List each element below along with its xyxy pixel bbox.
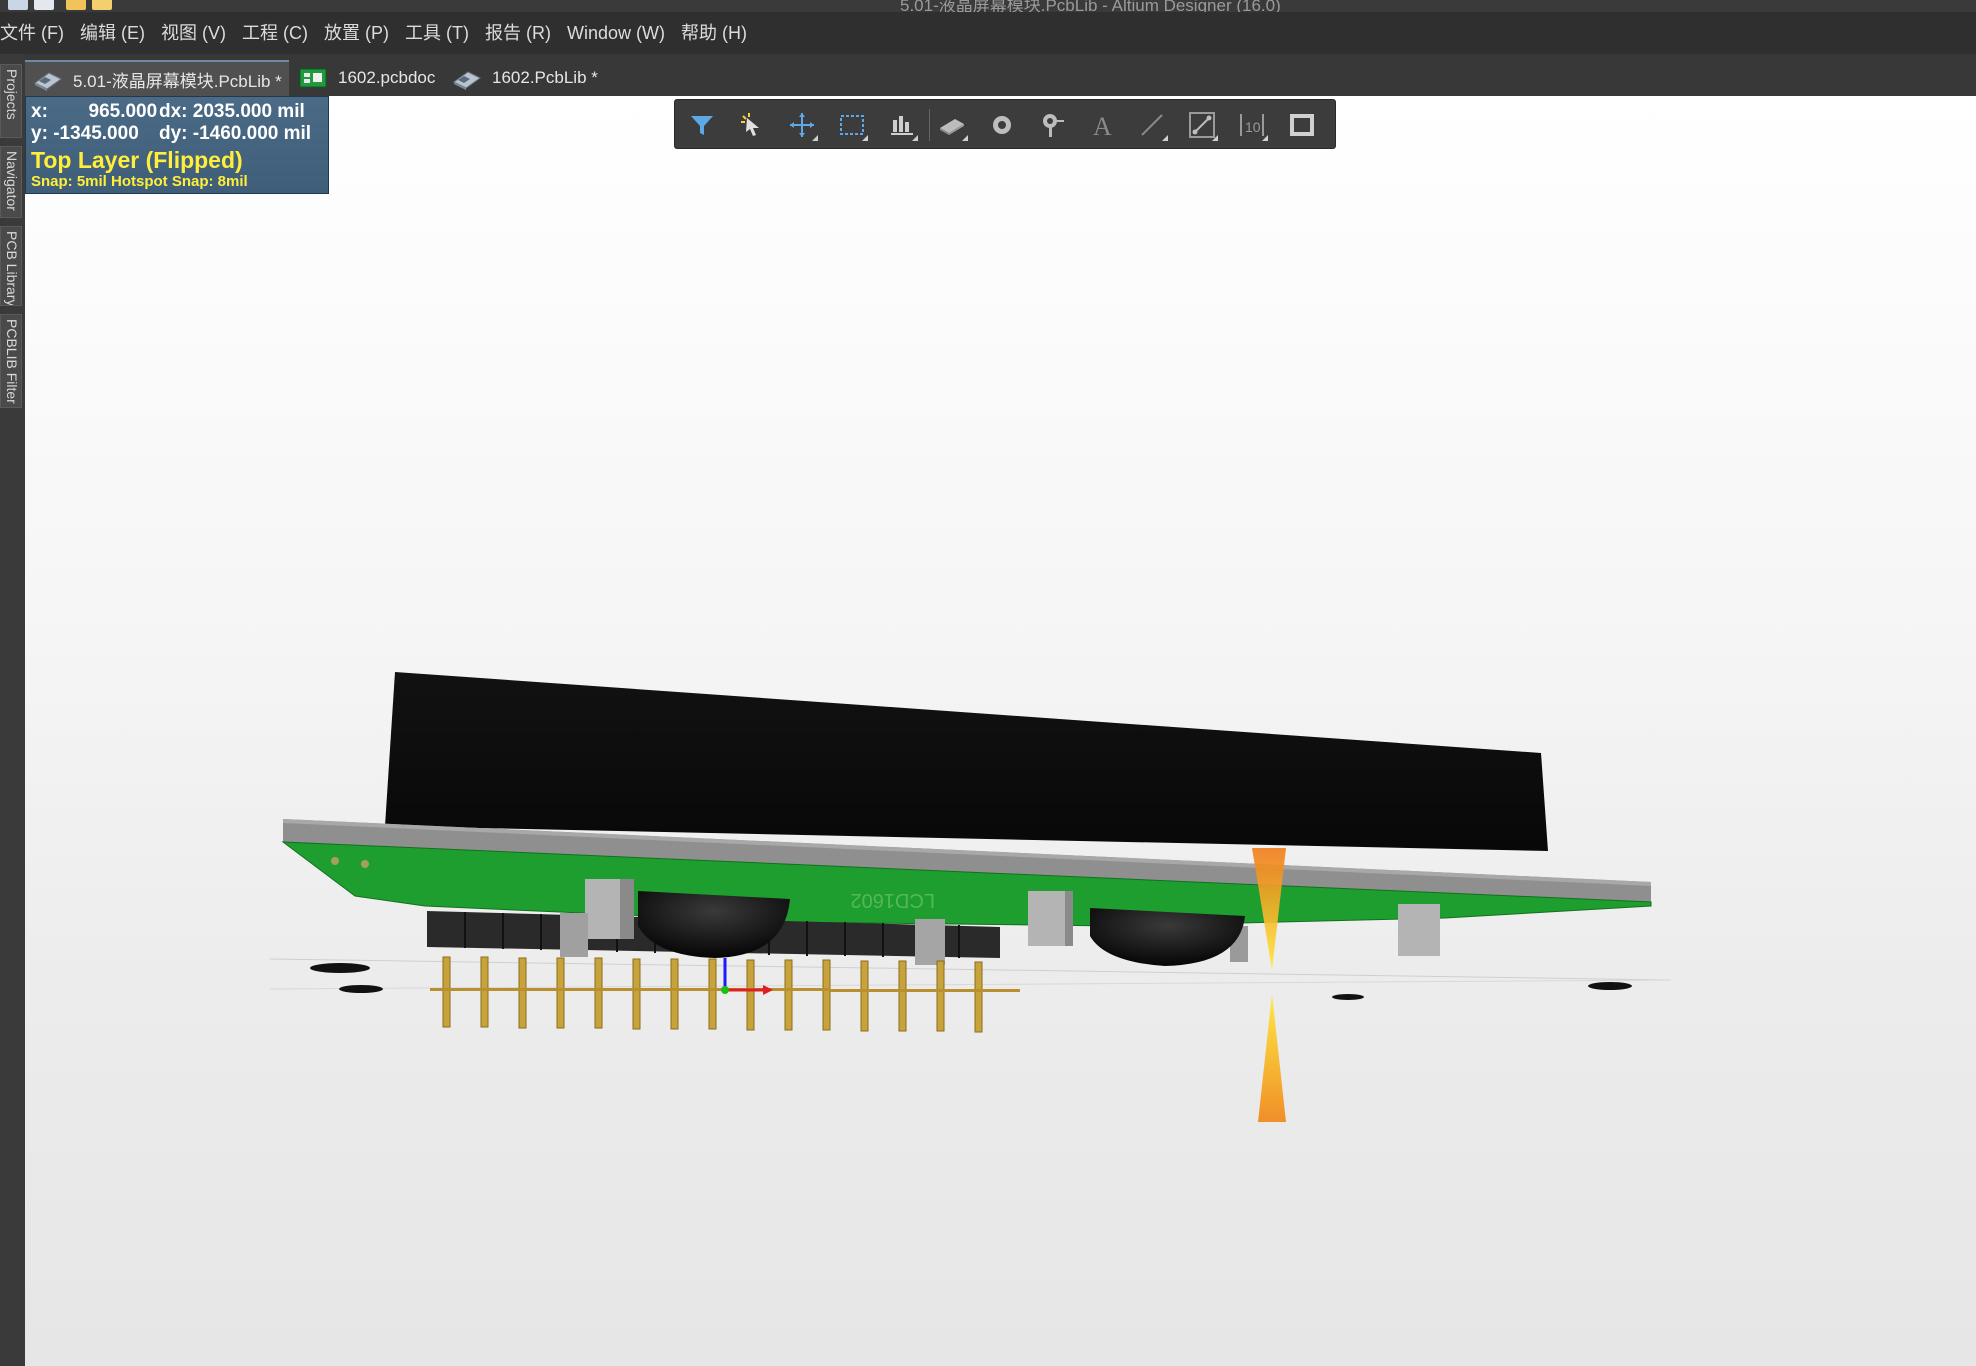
region-icon[interactable]: [1284, 107, 1320, 143]
menu-window[interactable]: Window (W): [559, 12, 673, 54]
hud-dy-label: dy:: [159, 123, 188, 144]
svg-text:A: A: [1093, 112, 1112, 140]
svg-text:10: 10: [1245, 119, 1261, 135]
tab-label: 1602.pcbdoc: [338, 68, 436, 87]
pcblib-icon: [452, 66, 482, 90]
menu-help[interactable]: 帮助 (H): [673, 12, 755, 54]
pad-icon[interactable]: [984, 107, 1020, 143]
dimension-icon[interactable]: 10: [1234, 107, 1270, 143]
pcb-3d-scene[interactable]: LCD1602: [25, 96, 1976, 1366]
track-icon[interactable]: [1184, 107, 1220, 143]
header-pins: [442, 956, 983, 1033]
via-icon[interactable]: [1034, 107, 1070, 143]
hud-current-layer: Top Layer (Flipped): [31, 147, 243, 173]
window-title: 5.01-液晶屏幕模块.PcbLib - Altium Designer (16…: [900, 0, 1281, 12]
menu-place[interactable]: 放置 (P): [316, 12, 397, 54]
hud-dx-value: 2035.000 mil: [192, 101, 305, 122]
hud-snap-info: Snap: 5mil Hotspot Snap: 8mil: [31, 173, 248, 190]
side-panel-strip: Projects Navigator PCB Library PCBLIB Fi…: [0, 54, 25, 1366]
tab-pcblib-1602[interactable]: 1602.PcbLib *: [444, 60, 604, 96]
hud-dx-label: dx:: [159, 101, 188, 122]
tab-pcbdoc[interactable]: 1602.pcbdoc: [290, 60, 435, 96]
menu-reports[interactable]: 报告 (R): [477, 12, 559, 54]
hud-x-label: x:: [31, 101, 48, 122]
cob-dome-right: [1090, 908, 1245, 966]
line-icon[interactable]: [1134, 107, 1170, 143]
hud-dy-value: -1460.000 mil: [192, 123, 312, 144]
standoff: [1398, 904, 1440, 956]
standoff: [915, 919, 945, 965]
tab-label: 5.01-液晶屏幕模块.PcbLib *: [73, 71, 282, 91]
filter-icon[interactable]: [684, 107, 720, 143]
tab-label: 1602.PcbLib *: [492, 68, 598, 87]
tab-pcblib-lcd[interactable]: 5.01-液晶屏幕模块.PcbLib *: [25, 60, 289, 96]
lcd-panel: [385, 672, 1548, 851]
silkscreen-text: LCD1602: [850, 889, 935, 911]
hud-y-value: -1345.000: [53, 123, 139, 144]
document-tabs: 5.01-液晶屏幕模块.PcbLib * 1602.pcbdoc 1602.Pc…: [0, 54, 1976, 96]
3d-view-canvas[interactable]: LCD1602 x: 965.000 dx: 2035.000 mil y: -…: [25, 96, 1976, 1366]
cursor-cone-bottom: [1258, 994, 1286, 1122]
title-bar: 5.01-液晶屏幕模块.PcbLib - Altium Designer (16…: [0, 0, 1976, 12]
move-cross-icon[interactable]: [784, 107, 820, 143]
save-all-icon[interactable]: [34, 0, 54, 10]
panel-tab-pcb-library[interactable]: PCB Library: [0, 226, 22, 306]
pcblib-icon: [33, 67, 63, 91]
text-icon[interactable]: A: [1084, 107, 1120, 143]
select-rect-icon[interactable]: [834, 107, 870, 143]
app-window: 5.01-液晶屏幕模块.PcbLib - Altium Designer (16…: [0, 0, 1976, 1366]
active-bar-toolbar: A 10: [674, 99, 1336, 149]
component-icon[interactable]: [934, 107, 970, 143]
select-pointer-icon[interactable]: [734, 107, 770, 143]
menu-file[interactable]: 文件 (F): [0, 12, 72, 54]
panel-tab-projects[interactable]: Projects: [0, 64, 22, 138]
hud-y-label: y:: [31, 123, 48, 144]
save-icon[interactable]: [8, 0, 28, 10]
menu-project[interactable]: 工程 (C): [234, 12, 316, 54]
panel-tab-navigator[interactable]: Navigator: [0, 146, 22, 218]
open-folder-icon[interactable]: [66, 0, 86, 10]
pcbdoc-icon: [298, 66, 328, 90]
coordinate-hud: x: 965.000 dx: 2035.000 mil y: -1345.000…: [25, 96, 329, 194]
open-project-icon[interactable]: [92, 0, 112, 10]
menu-tools[interactable]: 工具 (T): [397, 12, 477, 54]
hud-x-value: 965.000: [88, 101, 158, 122]
menu-view[interactable]: 视图 (V): [153, 12, 234, 54]
align-icon[interactable]: [884, 107, 920, 143]
panel-tab-pcblib-filter[interactable]: PCBLIB Filter: [0, 314, 22, 408]
standoff: [560, 913, 588, 957]
menu-edit[interactable]: 编辑 (E): [72, 12, 153, 54]
menu-bar: 文件 (F) 编辑 (E) 视图 (V) 工程 (C) 放置 (P) 工具 (T) 报告 (…: [0, 12, 1976, 54]
